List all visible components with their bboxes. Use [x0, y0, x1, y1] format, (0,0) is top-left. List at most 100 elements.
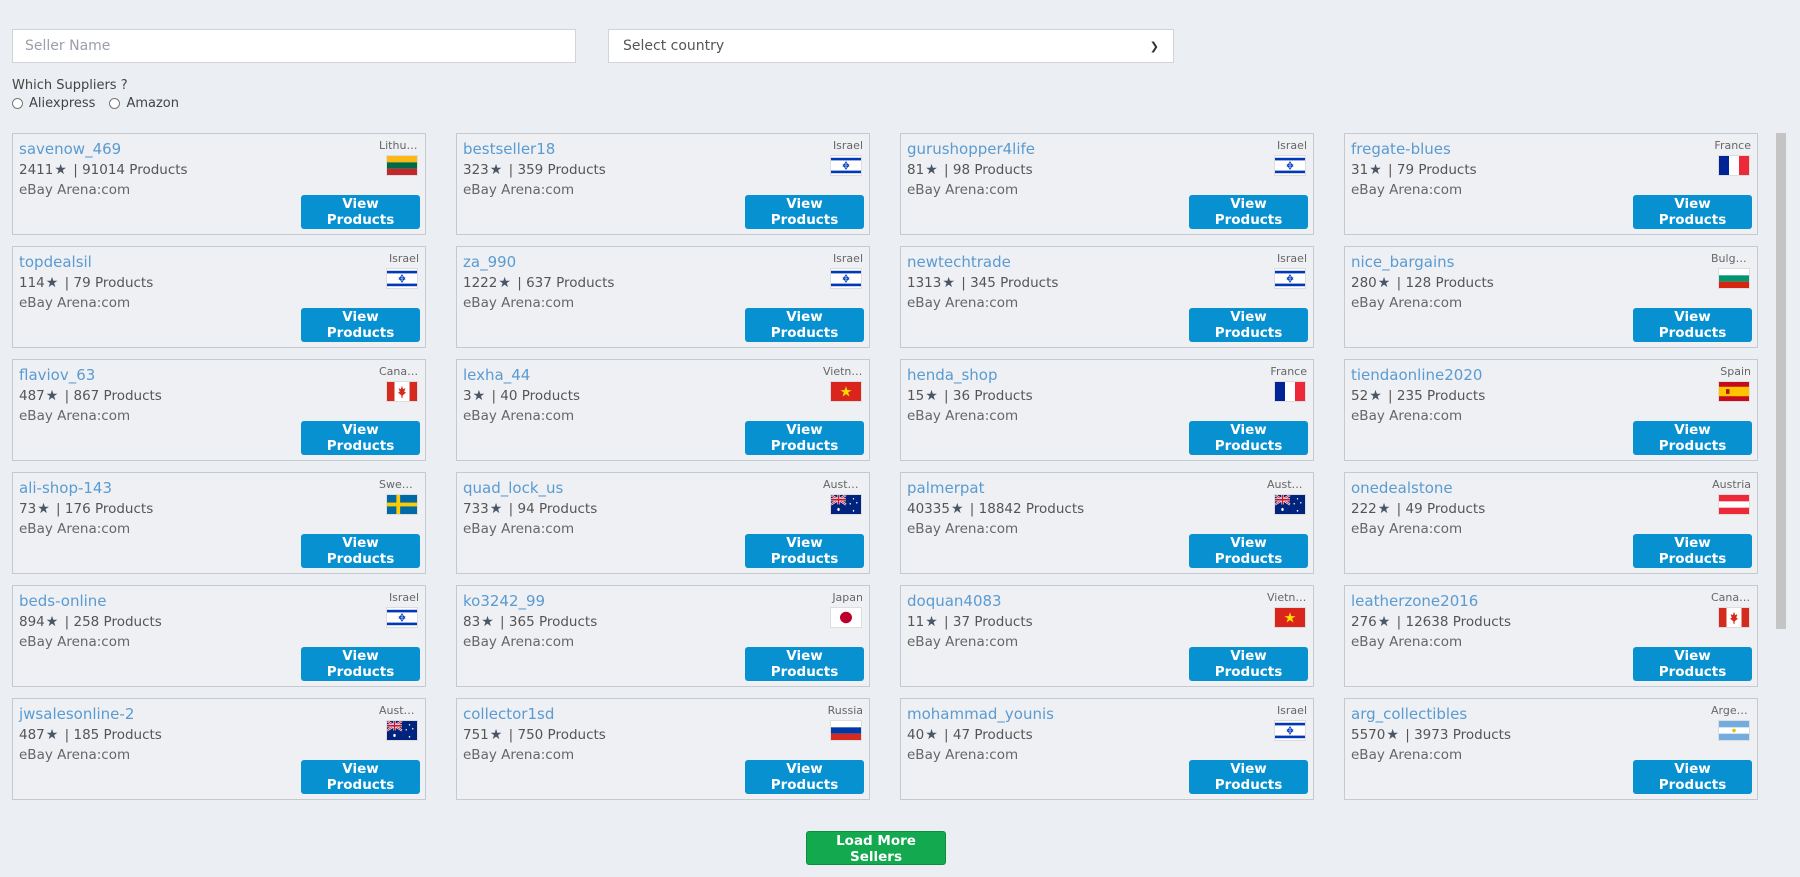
seller-rating: 323 [463, 162, 489, 178]
view-products-button[interactable]: View Products [1189, 195, 1308, 229]
seller-source: eBay Arena:com [19, 521, 131, 537]
flag-icon-se [386, 494, 418, 515]
view-products-button[interactable]: View Products [745, 534, 864, 568]
seller-country: Sweden [379, 478, 419, 491]
seller-stats: 2411 ★ | 91014 Products [19, 162, 188, 178]
load-more-sellers-button[interactable]: Load More Sellers [806, 831, 946, 865]
view-products-button[interactable]: View Products [1189, 421, 1308, 455]
star-icon: ★ [45, 614, 59, 630]
seller-card: collector1sd 751 ★ | 750 Products eBay Aren… [456, 698, 870, 800]
seller-source: eBay Arena:com [19, 182, 131, 198]
seller-name-link[interactable]: lexha_44 [463, 366, 530, 384]
seller-country: Russia [827, 704, 863, 717]
star-icon: ★ [472, 388, 486, 404]
stats-separator: | [512, 275, 527, 291]
seller-name-link[interactable]: ali-shop-143 [19, 479, 112, 497]
seller-name-link[interactable]: collector1sd [463, 705, 554, 723]
view-products-button[interactable]: View Products [1189, 534, 1308, 568]
country-select[interactable]: Select country ❯ [608, 29, 1174, 63]
radio-aliexpress[interactable]: Aliexpress [12, 96, 95, 111]
seller-source: eBay Arena:com [907, 295, 1019, 311]
star-icon: ★ [1386, 727, 1399, 743]
seller-card: newtechtrade 1313 ★ | 345 Products eBay Are… [900, 246, 1314, 348]
seller-name-link[interactable]: za_990 [463, 253, 516, 271]
seller-name-link[interactable]: beds-online [19, 592, 107, 610]
view-products-button[interactable]: View Products [1633, 195, 1752, 229]
view-products-button[interactable]: View Products [301, 647, 420, 681]
seller-name-link[interactable]: fregate-blues [1351, 140, 1451, 158]
seller-name-link[interactable]: gurushopper4life [907, 140, 1035, 158]
stats-separator: | [1392, 275, 1406, 291]
seller-country: Vietnam [823, 365, 863, 378]
radio-circle-icon[interactable] [109, 98, 121, 109]
radio-circle-icon[interactable] [12, 98, 23, 109]
seller-name-link[interactable]: flaviov_63 [19, 366, 95, 384]
stats-separator: | [60, 275, 74, 291]
view-products-button[interactable]: View Products [301, 760, 420, 794]
seller-stats: 751 ★ | 750 Products [463, 727, 606, 743]
seller-rating: 40 [907, 727, 925, 743]
seller-rating: 1313 [907, 275, 942, 291]
seller-source: eBay Arena:com [463, 634, 575, 650]
view-products-button[interactable]: View Products [1633, 421, 1752, 455]
seller-source: eBay Arena:com [19, 295, 131, 311]
seller-name-link[interactable]: bestseller18 [463, 140, 555, 158]
seller-name-link[interactable]: henda_shop [907, 366, 997, 384]
view-products-button[interactable]: View Products [745, 647, 864, 681]
seller-name-link[interactable]: nice_bargains [1351, 253, 1454, 271]
star-icon: ★ [1369, 388, 1382, 404]
flag-icon-il [1274, 155, 1306, 176]
view-products-button[interactable]: View Products [1189, 760, 1308, 794]
seller-card: leatherzone2016 276 ★ | 12638 Products eBay… [1344, 585, 1758, 687]
view-products-button[interactable]: View Products [1633, 308, 1752, 342]
seller-name-input[interactable] [12, 29, 576, 63]
seller-name-link[interactable]: mohammad_younis [907, 705, 1054, 723]
seller-name-link[interactable]: tiendaonline2020 [1351, 366, 1482, 384]
seller-name-link[interactable]: jwsalesonline-2 [19, 705, 134, 723]
view-products-button[interactable]: View Products [301, 308, 420, 342]
view-products-button[interactable]: View Products [301, 195, 420, 229]
seller-product-count: 345 Products [970, 275, 1059, 291]
seller-product-count: 867 Products [73, 388, 162, 404]
seller-name-link[interactable]: quad_lock_us [463, 479, 563, 497]
seller-source: eBay Arena:com [907, 182, 1019, 198]
flag-icon-il [830, 268, 862, 289]
seller-country: Israel [1276, 252, 1307, 265]
view-products-button[interactable]: View Products [1633, 534, 1752, 568]
view-products-button[interactable]: View Products [745, 760, 864, 794]
seller-card: palmerpat 40335 ★ | 18842 Products eBay Are… [900, 472, 1314, 574]
flag-icon-il [386, 607, 418, 628]
seller-name-link[interactable]: savenow_469 [19, 140, 121, 158]
view-products-button[interactable]: View Products [745, 308, 864, 342]
seller-country: Japan [832, 591, 863, 604]
view-products-button[interactable]: View Products [745, 195, 864, 229]
view-products-button[interactable]: View Products [1633, 647, 1752, 681]
view-products-button[interactable]: View Products [1189, 308, 1308, 342]
seller-name-link[interactable]: onedealstone [1351, 479, 1453, 497]
seller-name-link[interactable]: newtechtrade [907, 253, 1011, 271]
seller-stats: 114 ★ | 79 Products [19, 275, 153, 291]
seller-name-link[interactable]: ko3242_99 [463, 592, 545, 610]
scrollbar-thumb[interactable] [1776, 133, 1786, 629]
view-products-button[interactable]: View Products [745, 421, 864, 455]
seller-stats: 3 ★ | 40 Products [463, 388, 580, 404]
view-products-button[interactable]: View Products [301, 421, 420, 455]
seller-rating: 751 [463, 727, 489, 743]
star-icon: ★ [1377, 275, 1391, 291]
stats-separator: | [60, 388, 74, 404]
seller-name-link[interactable]: leatherzone2016 [1351, 592, 1478, 610]
seller-card: bestseller18 323 ★ | 359 Products eBay Aren… [456, 133, 870, 235]
seller-rating: 487 [19, 727, 45, 743]
radio-amazon[interactable]: Amazon [109, 96, 179, 111]
seller-name-link[interactable]: arg_collectibles [1351, 705, 1467, 723]
star-icon: ★ [54, 162, 67, 178]
seller-name-link[interactable]: palmerpat [907, 479, 984, 497]
seller-country: France [1714, 139, 1751, 152]
view-products-button[interactable]: View Products [301, 534, 420, 568]
view-products-button[interactable]: View Products [1633, 760, 1752, 794]
seller-name-link[interactable]: topdealsil [19, 253, 92, 271]
seller-source: eBay Arena:com [19, 408, 131, 424]
seller-product-count: 258 Products [73, 614, 162, 630]
seller-name-link[interactable]: doquan4083 [907, 592, 1002, 610]
view-products-button[interactable]: View Products [1189, 647, 1308, 681]
